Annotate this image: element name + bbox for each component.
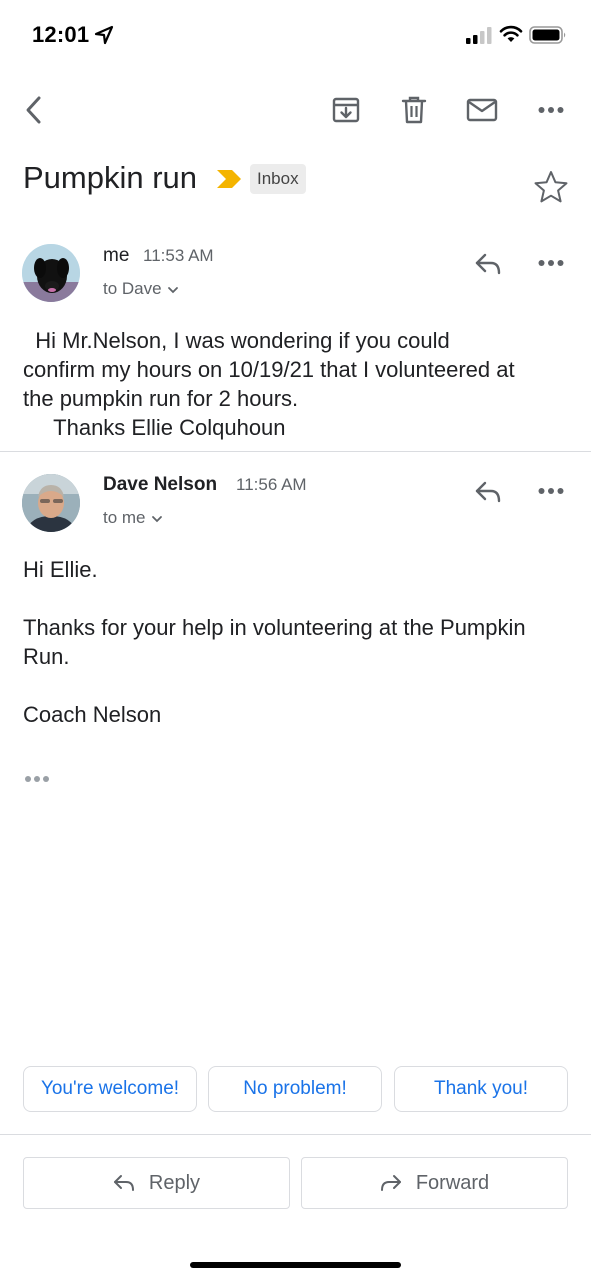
more-horizontal-icon: [538, 107, 564, 113]
avatar[interactable]: [22, 244, 80, 302]
bottom-divider: [0, 1134, 591, 1135]
reply-label: Reply: [148, 1171, 201, 1194]
sender-name: Dave Nelson: [103, 474, 218, 495]
message-body: Hi Mr.Nelson, I was wondering if you cou…: [23, 326, 573, 442]
message-divider: [0, 451, 591, 452]
avatar[interactable]: [22, 474, 80, 532]
toolbar: [0, 80, 591, 138]
subject-row: Pumpkin run Inbox: [0, 150, 591, 210]
recipient-details[interactable]: to me: [103, 508, 164, 528]
chevron-down-icon: [151, 515, 162, 522]
battery-icon: [529, 26, 566, 44]
body-line: [23, 584, 573, 613]
recipient-label: to Dave: [103, 279, 162, 298]
sender-name: me: [103, 245, 130, 266]
location-arrow-icon: [94, 25, 114, 45]
show-trimmed-content-icon[interactable]: [24, 772, 50, 786]
archive-button[interactable]: [326, 90, 366, 130]
more-horizontal-icon: [538, 488, 564, 494]
message-time: 11:53 AM: [143, 246, 214, 265]
message-reply-button[interactable]: [468, 244, 508, 284]
status-time: 12:01: [32, 22, 90, 47]
reply-icon: [475, 253, 501, 275]
chevron-down-icon: [167, 286, 178, 293]
more-options-button[interactable]: [531, 90, 571, 130]
recipient-label: to me: [103, 508, 146, 527]
reply-button[interactable]: Reply: [23, 1157, 290, 1209]
star-icon[interactable]: [532, 168, 570, 206]
message-more-button[interactable]: [531, 243, 571, 283]
person-avatar-icon: [22, 474, 80, 532]
cellular-signal-icon: [466, 27, 492, 44]
importance-marker-icon[interactable]: [216, 169, 242, 189]
body-line: Thanks for your help in volunteering at …: [23, 615, 526, 640]
smart-reply-button[interactable]: You're welcome!: [23, 1066, 197, 1112]
body-line: Hi Mr.Nelson, I was wondering if you cou…: [23, 328, 450, 353]
inbox-label-badge[interactable]: Inbox: [250, 164, 306, 194]
wifi-icon: [499, 25, 523, 42]
recipient-details[interactable]: to Dave: [103, 279, 180, 299]
mail-icon: [466, 98, 498, 122]
message-more-button[interactable]: [531, 471, 571, 511]
message-body: Hi Ellie. Thanks for your help in volunt…: [23, 555, 573, 729]
subject-title: Pumpkin run: [23, 160, 198, 195]
archive-icon: [332, 97, 360, 123]
body-line: Hi Ellie.: [23, 557, 98, 582]
body-line: Run.: [23, 644, 70, 669]
forward-icon: [380, 1175, 401, 1191]
body-line: Thanks Ellie Colquhoun: [23, 415, 286, 440]
back-button[interactable]: [14, 90, 54, 130]
smart-reply-button[interactable]: Thank you!: [394, 1066, 568, 1112]
delete-button[interactable]: [394, 90, 434, 130]
delete-icon: [401, 96, 427, 124]
dog-avatar-icon: [22, 244, 80, 302]
message-reply-button[interactable]: [468, 472, 508, 512]
mark-unread-button[interactable]: [462, 90, 502, 130]
body-line: [23, 671, 573, 700]
more-horizontal-icon: [538, 260, 564, 266]
forward-button[interactable]: Forward: [301, 1157, 568, 1209]
smart-reply-button[interactable]: No problem!: [208, 1066, 382, 1112]
reply-icon: [475, 481, 501, 503]
back-icon: [26, 96, 41, 124]
message-time: 11:56 AM: [236, 475, 307, 494]
status-bar: 12:01: [0, 0, 591, 70]
home-indicator[interactable]: [190, 1262, 401, 1268]
body-line: confirm my hours on 10/19/21 that I volu…: [23, 357, 515, 382]
forward-label: Forward: [415, 1171, 490, 1194]
body-line: the pumpkin run for 2 hours.: [23, 386, 299, 411]
reply-icon: [113, 1175, 134, 1191]
body-line: Coach Nelson: [23, 702, 162, 727]
